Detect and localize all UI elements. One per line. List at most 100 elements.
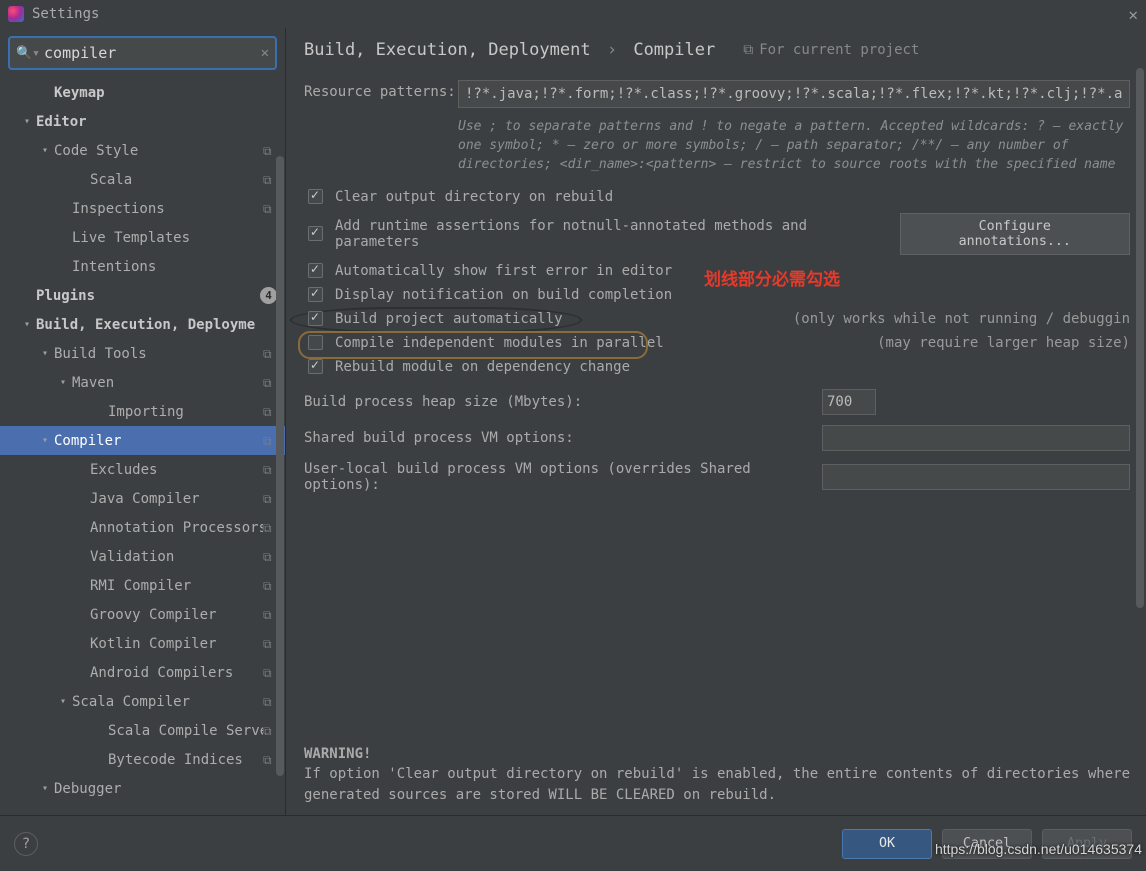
tree-item-label: Inspections bbox=[72, 201, 263, 217]
configure-annotations-button[interactable]: Configure annotations... bbox=[900, 213, 1131, 255]
tree-item-bytecode-indices[interactable]: Bytecode Indices⧉ bbox=[0, 745, 285, 774]
tree-item-scala-compiler[interactable]: ▾Scala Compiler⧉ bbox=[0, 687, 285, 716]
scope-icon: ⧉ bbox=[263, 695, 277, 709]
shared-vm-input[interactable] bbox=[822, 425, 1130, 451]
tree-item-keymap[interactable]: Keymap bbox=[0, 78, 285, 107]
tree-item-build-execution-deployme[interactable]: ▾Build, Execution, Deployme bbox=[0, 310, 285, 339]
watermark: https://blog.csdn.net/u014635374 bbox=[935, 841, 1142, 857]
tree-item-label: Java Compiler bbox=[90, 491, 263, 507]
tree-item-debugger[interactable]: ▾Debugger bbox=[0, 774, 285, 803]
pattern-hint: Use ; to separate patterns and ! to nega… bbox=[458, 118, 1130, 175]
user-vm-input[interactable] bbox=[822, 464, 1130, 490]
search-field[interactable]: 🔍▾ ✕ bbox=[8, 36, 277, 70]
build-auto-label: Build project automatically bbox=[335, 311, 563, 327]
tree-item-label: Android Compilers bbox=[90, 665, 263, 681]
scope-icon: ⧉ bbox=[263, 173, 277, 187]
compile-parallel-side: (may require larger heap size) bbox=[877, 335, 1130, 351]
left-pane: 🔍▾ ✕ Keymap▾Editor▾Code Style⧉Scala⧉Insp… bbox=[0, 28, 286, 815]
tree-item-label: Importing bbox=[108, 404, 263, 420]
warning-body: If option 'Clear output directory on reb… bbox=[304, 764, 1130, 805]
scope-icon: ⧉ bbox=[263, 405, 277, 419]
tree-item-label: Bytecode Indices bbox=[108, 752, 263, 768]
tree-scrollbar[interactable] bbox=[276, 156, 284, 776]
tree-item-annotation-processors[interactable]: Annotation Processors⧉ bbox=[0, 513, 285, 542]
tree-item-label: Keymap bbox=[54, 85, 277, 101]
tree-item-label: Build, Execution, Deployme bbox=[36, 317, 277, 333]
breadcrumb: Build, Execution, Deployment › Compiler bbox=[304, 40, 715, 60]
tree-item-scala[interactable]: Scala⧉ bbox=[0, 165, 285, 194]
tree-item-label: Kotlin Compiler bbox=[90, 636, 263, 652]
tree-item-label: Scala Compile Serve bbox=[108, 723, 263, 739]
chevron-down-icon: ▾ bbox=[60, 696, 72, 707]
tree-item-label: Validation bbox=[90, 549, 263, 565]
tree-item-validation[interactable]: Validation⧉ bbox=[0, 542, 285, 571]
tree-item-excludes[interactable]: Excludes⧉ bbox=[0, 455, 285, 484]
user-vm-label: User-local build process VM options (ove… bbox=[304, 461, 822, 493]
scope-icon: ⧉ bbox=[263, 579, 277, 593]
scope-icon: ⧉ bbox=[263, 376, 277, 390]
heap-size-input[interactable] bbox=[822, 389, 876, 415]
build-auto-checkbox[interactable] bbox=[308, 311, 323, 326]
scope-icon: ⧉ bbox=[263, 202, 277, 216]
assert-notnull-checkbox[interactable] bbox=[308, 226, 323, 241]
first-error-checkbox[interactable] bbox=[308, 263, 323, 278]
tree-item-label: Excludes bbox=[90, 462, 263, 478]
tree-item-android-compilers[interactable]: Android Compilers⧉ bbox=[0, 658, 285, 687]
tree-item-compiler[interactable]: ▾Compiler⧉ bbox=[0, 426, 285, 455]
copy-icon: ⧉ bbox=[743, 42, 753, 58]
tree-item-java-compiler[interactable]: Java Compiler⧉ bbox=[0, 484, 285, 513]
clear-output-checkbox[interactable] bbox=[308, 189, 323, 204]
compile-parallel-checkbox[interactable] bbox=[308, 335, 323, 350]
tree-item-label: Plugins bbox=[36, 288, 260, 304]
pattern-label: Resource patterns: bbox=[304, 80, 458, 100]
chevron-down-icon: ▾ bbox=[42, 435, 54, 446]
content-scrollbar[interactable] bbox=[1136, 68, 1144, 608]
ok-button[interactable]: OK bbox=[842, 829, 932, 859]
app-icon bbox=[8, 6, 24, 22]
clear-search-icon[interactable]: ✕ bbox=[261, 45, 269, 61]
scope-icon: ⧉ bbox=[263, 463, 277, 477]
rebuild-module-label: Rebuild module on dependency change bbox=[335, 359, 630, 375]
tree-item-kotlin-compiler[interactable]: Kotlin Compiler⧉ bbox=[0, 629, 285, 658]
tree-item-label: RMI Compiler bbox=[90, 578, 263, 594]
scope-icon: ⧉ bbox=[263, 666, 277, 680]
search-input[interactable] bbox=[44, 44, 261, 62]
chevron-down-icon: ▾ bbox=[24, 116, 36, 127]
tree-item-plugins[interactable]: Plugins4 bbox=[0, 281, 285, 310]
chevron-down-icon: ▾ bbox=[42, 348, 54, 359]
tree-item-label: Debugger bbox=[54, 781, 277, 797]
tree-item-rmi-compiler[interactable]: RMI Compiler⧉ bbox=[0, 571, 285, 600]
content-pane: Build, Execution, Deployment › Compiler … bbox=[286, 28, 1146, 815]
warning-title: WARNING! bbox=[304, 744, 1130, 764]
heap-label: Build process heap size (Mbytes): bbox=[304, 394, 822, 410]
resource-patterns-input[interactable] bbox=[458, 80, 1130, 108]
build-notification-checkbox[interactable] bbox=[308, 287, 323, 302]
tree-item-scala-compile-serve[interactable]: Scala Compile Serve⧉ bbox=[0, 716, 285, 745]
tree-item-editor[interactable]: ▾Editor bbox=[0, 107, 285, 136]
close-icon[interactable]: ✕ bbox=[1128, 5, 1138, 24]
build-notification-label: Display notification on build completion bbox=[335, 287, 672, 303]
chevron-down-icon: ▾ bbox=[24, 319, 36, 330]
rebuild-module-checkbox[interactable] bbox=[308, 359, 323, 374]
help-button[interactable]: ? bbox=[14, 832, 38, 856]
scope-icon: ⧉ bbox=[263, 492, 277, 506]
breadcrumb-part: Build, Execution, Deployment bbox=[304, 40, 591, 60]
tree-item-maven[interactable]: ▾Maven⧉ bbox=[0, 368, 285, 397]
tree-item-label: Code Style bbox=[54, 143, 263, 159]
tree-item-groovy-compiler[interactable]: Groovy Compiler⧉ bbox=[0, 600, 285, 629]
tree-item-label: Intentions bbox=[72, 259, 277, 275]
tree-item-live-templates[interactable]: Live Templates bbox=[0, 223, 285, 252]
tree-item-build-tools[interactable]: ▾Build Tools⧉ bbox=[0, 339, 285, 368]
tree-item-importing[interactable]: Importing⧉ bbox=[0, 397, 285, 426]
chevron-down-icon: ▾ bbox=[42, 783, 54, 794]
tree-item-label: Live Templates bbox=[72, 230, 277, 246]
breadcrumb-part: Compiler bbox=[633, 40, 715, 60]
tree-item-code-style[interactable]: ▾Code Style⧉ bbox=[0, 136, 285, 165]
tree-item-inspections[interactable]: Inspections⧉ bbox=[0, 194, 285, 223]
scope-icon: ⧉ bbox=[263, 144, 277, 158]
chevron-down-icon: ▾ bbox=[60, 377, 72, 388]
tree-item-label: Annotation Processors bbox=[90, 520, 263, 536]
tree-item-intentions[interactable]: Intentions bbox=[0, 252, 285, 281]
settings-tree[interactable]: Keymap▾Editor▾Code Style⧉Scala⧉Inspectio… bbox=[0, 78, 285, 815]
tree-item-label: Editor bbox=[36, 114, 277, 130]
